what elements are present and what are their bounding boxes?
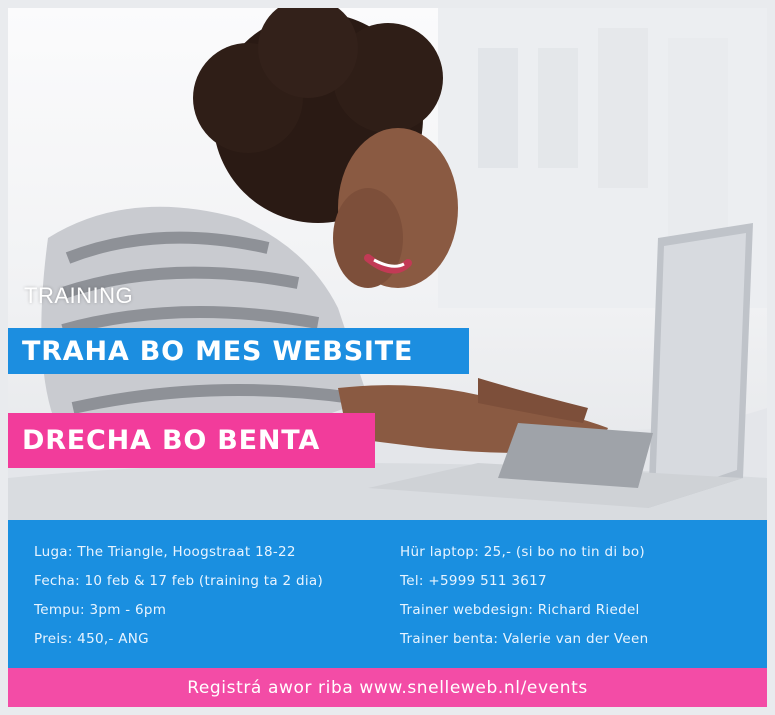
phone-detail: Tel: +5999 511 3617 (400, 573, 547, 589)
time-detail: Tempu: 3pm - 6pm (34, 602, 167, 618)
event-flyer: TRAINING TRAHA BO MES WEBSITE DRECHA BO … (8, 8, 767, 707)
details-right-column: Hür laptop: 25,- (si bo no tin di bo) Te… (400, 538, 648, 654)
event-details: Luga: The Triangle, Hoogstraat 18-22 Fec… (8, 520, 767, 668)
details-left-column: Luga: The Triangle, Hoogstraat 18-22 Fec… (34, 538, 323, 654)
headline-website-banner: TRAHA BO MES WEBSITE (8, 328, 469, 374)
price-detail: Preis: 450,- ANG (34, 631, 149, 647)
training-label: TRAINING (24, 283, 134, 308)
laptop-rental-detail: Hür laptop: 25,- (si bo no tin di bo) (400, 544, 646, 560)
location-detail: Luga: The Triangle, Hoogstraat 18-22 (34, 544, 296, 560)
sales-trainer-detail: Trainer benta: Valerie van der Veen (400, 631, 649, 647)
headline-sales-banner: DRECHA BO BENTA (8, 413, 375, 468)
date-detail: Fecha: 10 feb & 17 feb (training ta 2 di… (34, 573, 324, 589)
registration-footer[interactable]: Registrá awor riba www.snelleweb.nl/even… (8, 668, 767, 707)
webdesign-trainer-detail: Trainer webdesign: Richard Riedel (400, 602, 640, 618)
hero-photo: TRAINING TRAHA BO MES WEBSITE DRECHA BO … (8, 8, 767, 520)
